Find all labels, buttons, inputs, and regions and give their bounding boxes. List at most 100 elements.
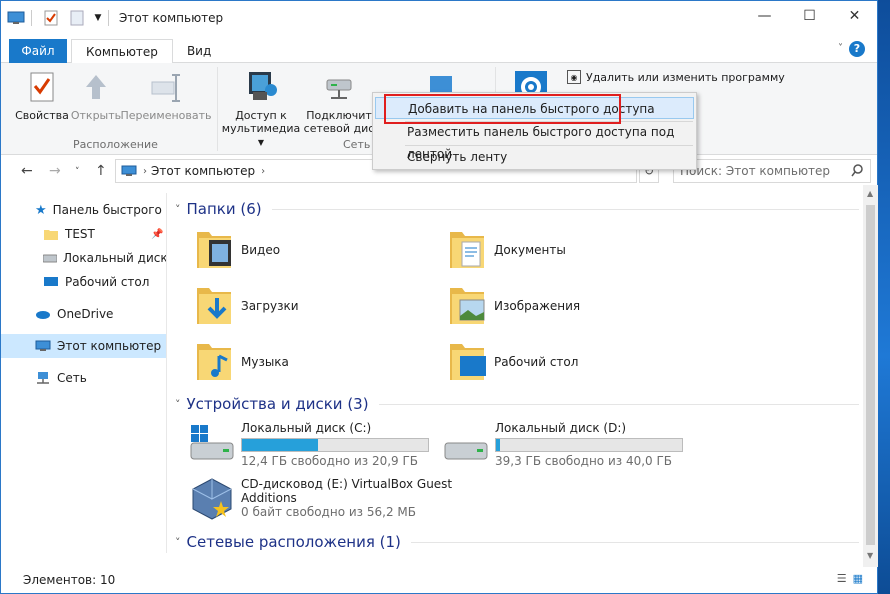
scroll-down-icon[interactable]: ▼ <box>867 551 873 560</box>
scrollbar-thumb[interactable] <box>866 205 875 545</box>
customize-qat-dropdown-icon[interactable]: ▼ <box>92 9 104 27</box>
drive-name-line2: Additions <box>241 491 297 505</box>
star-icon: ★ <box>35 202 47 218</box>
close-button[interactable]: ✕ <box>832 1 877 31</box>
title-bar: ▼ Этот компьютер — ☐ ✕ <box>1 1 877 34</box>
back-arrow-icon[interactable]: ← <box>21 163 33 179</box>
menu-item-minimize-ribbon[interactable]: Свернуть ленту <box>375 146 694 168</box>
group-location-label: Расположение <box>73 138 158 151</box>
music-folder-icon <box>195 340 237 384</box>
item-count: Элементов: 10 <box>23 573 116 587</box>
uninstall-icon: ◉ <box>567 70 581 84</box>
drive-free-space: 0 байт свободно из 56,2 МБ <box>241 505 416 519</box>
properties-button[interactable]: Свойства <box>15 69 69 122</box>
menu-item-place-below-ribbon[interactable]: Разместить панель быстрого доступа под л… <box>375 121 694 161</box>
nav-label: Этот компьютер <box>57 339 162 353</box>
rename-label: Переименовать <box>120 109 212 122</box>
nav-item-this-pc[interactable]: Этот компьютер <box>1 334 166 358</box>
drive-item-d[interactable]: Локальный диск (D:) 39,3 ГБ свободно из … <box>441 421 683 468</box>
recent-locations-chevron-icon[interactable]: ˅ <box>75 167 80 177</box>
maximize-button[interactable]: ☐ <box>787 1 832 31</box>
nav-item-quick-access[interactable]: ★ Панель быстрого дс <box>1 198 166 222</box>
computer-icon <box>35 338 51 354</box>
section-devices-header[interactable]: ˅ Устройства и диски (3) <box>175 395 859 413</box>
properties-quick-icon[interactable] <box>40 9 62 27</box>
computer-icon <box>121 165 137 177</box>
breadcrumb-this-pc[interactable]: Этот компьютер <box>151 164 255 178</box>
drive-icon <box>441 421 491 465</box>
disk-usage-bar <box>241 438 429 452</box>
details-view-icon[interactable]: ☰ <box>837 572 847 585</box>
drive-item-cd[interactable]: CD-дисковод (E:) VirtualBox Guest Additi… <box>187 477 452 521</box>
nav-label: Локальный диск (D <box>63 251 166 265</box>
nav-label: Сеть <box>57 371 87 385</box>
drive-free-space: 12,4 ГБ свободно из 20,9 ГБ <box>241 454 419 468</box>
folder-item-pictures[interactable]: Изображения <box>448 284 580 328</box>
ribbon-collapse-icon[interactable]: ˅ <box>838 43 843 54</box>
folder-item-video[interactable]: Видео <box>195 228 280 272</box>
desktop-icon <box>43 274 59 290</box>
nav-item-onedrive[interactable]: OneDrive <box>1 302 166 326</box>
section-folders-header[interactable]: ˅ Папки (6) <box>175 200 859 218</box>
nav-label: OneDrive <box>57 307 114 321</box>
media-access-button[interactable]: Доступ к мультимедиа ▼ <box>221 69 301 149</box>
folder-label: Рабочий стол <box>494 355 579 369</box>
windows-drive-icon <box>187 421 237 465</box>
navigation-pane: ★ Панель быстрого дс TEST 📌 Локальный ди… <box>1 193 167 553</box>
nav-item-local-disk-d[interactable]: Локальный диск (D <box>1 246 166 270</box>
tab-computer[interactable]: Компьютер <box>71 39 173 64</box>
network-icon <box>35 370 51 386</box>
large-icons-view-icon[interactable]: ▦ <box>853 572 863 585</box>
folder-item-documents[interactable]: Документы <box>448 228 566 272</box>
folder-label: Видео <box>241 243 281 257</box>
tab-file[interactable]: Файл <box>9 39 67 63</box>
minimize-button[interactable]: — <box>742 1 787 31</box>
search-placeholder: Поиск: Этот компьютер <box>680 164 831 178</box>
desktop-folder-icon <box>448 340 490 384</box>
drive-item-c[interactable]: Локальный диск (C:) 12,4 ГБ свободно из … <box>187 421 429 468</box>
disk-usage-bar <box>495 438 683 452</box>
map-label-line1: Подключит <box>306 109 372 122</box>
rename-icon <box>150 69 182 105</box>
network-drive-icon <box>323 69 355 105</box>
uninstall-program-button[interactable]: ◉ Удалить или изменить программу <box>567 70 785 84</box>
search-input[interactable]: Поиск: Этот компьютер <box>673 159 871 183</box>
forward-arrow-icon[interactable]: → <box>49 163 61 179</box>
drive-name-line1: CD-дисковод (E:) VirtualBox Guest <box>241 477 453 491</box>
section-title: Сетевые расположения (1) <box>186 533 401 551</box>
map-label-line2: сетевой дис <box>303 122 375 135</box>
nav-item-desktop[interactable]: Рабочий стол <box>1 270 166 294</box>
folder-label: Документы <box>494 243 566 257</box>
scroll-up-icon[interactable]: ▲ <box>867 189 873 198</box>
breadcrumb-chevron-icon[interactable]: › <box>143 166 147 177</box>
nav-item-network[interactable]: Сеть <box>1 366 166 390</box>
folder-item-music[interactable]: Музыка <box>195 340 289 384</box>
vertical-scrollbar[interactable]: ▲ ▼ <box>863 185 878 567</box>
up-arrow-icon[interactable]: ↑ <box>95 163 107 179</box>
folder-label: Изображения <box>494 299 581 313</box>
drive-icon <box>43 250 57 266</box>
help-icon[interactable]: ? <box>849 41 865 57</box>
folder-item-downloads[interactable]: Загрузки <box>195 284 299 328</box>
tab-view[interactable]: Вид <box>173 39 225 63</box>
nav-item-test[interactable]: TEST 📌 <box>1 222 166 246</box>
cloud-icon <box>35 306 51 322</box>
status-bar: Элементов: 10 ☰ ▦ <box>1 567 877 593</box>
pin-icon: 📌 <box>151 228 164 240</box>
breadcrumb-chevron-icon[interactable]: › <box>261 166 265 177</box>
uninstall-label: Удалить или изменить программу <box>586 70 785 84</box>
nav-label: TEST <box>65 227 95 241</box>
nav-label: Панель быстрого дс <box>52 203 166 217</box>
new-folder-quick-icon[interactable] <box>66 9 88 27</box>
rename-button[interactable]: Переименовать <box>120 69 212 122</box>
drive-free-space: 39,3 ГБ свободно из 40,0 ГБ <box>495 454 673 468</box>
group-network-label: Сеть <box>343 138 371 151</box>
virtualbox-cd-icon <box>187 477 237 521</box>
section-network-header[interactable]: ˅ Сетевые расположения (1) <box>175 533 859 551</box>
media-icon <box>245 69 277 105</box>
open-button[interactable]: Открыть <box>71 69 121 122</box>
folder-item-desktop[interactable]: Рабочий стол <box>448 340 578 384</box>
section-title: Устройства и диски (3) <box>186 395 369 413</box>
chevron-down-icon: ˅ <box>175 535 181 549</box>
map-drive-button[interactable]: Подключит сетевой дис <box>303 69 375 135</box>
